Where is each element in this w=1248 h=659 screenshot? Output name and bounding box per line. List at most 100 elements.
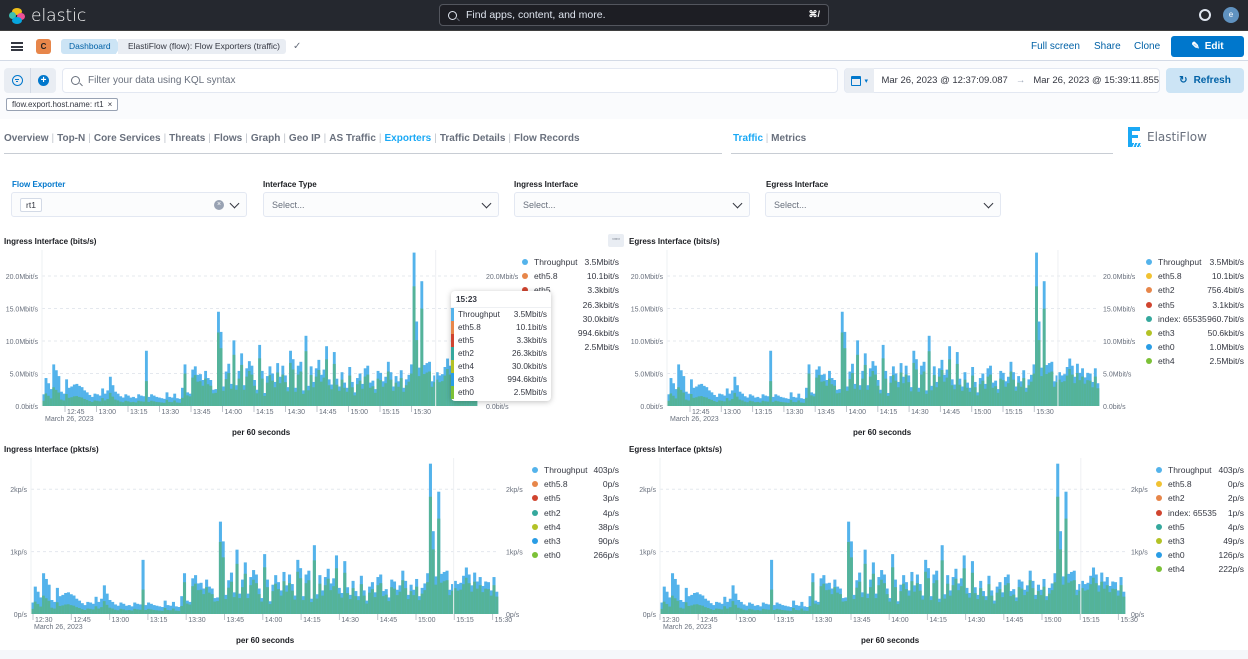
full-screen-link[interactable]: Full screen bbox=[1031, 41, 1080, 52]
y-tick-label-right: 5.0Mbit/s bbox=[1103, 372, 1132, 379]
legend-item[interactable]: eth4 38p/s bbox=[532, 520, 619, 534]
subnav-link-metrics[interactable]: Metrics bbox=[771, 133, 806, 144]
nav-link-traffic-details[interactable]: Traffic Details bbox=[440, 133, 506, 144]
clear-icon[interactable]: × bbox=[214, 200, 224, 210]
interface-bar bbox=[897, 387, 900, 406]
interface-type-select[interactable]: Select... bbox=[263, 192, 499, 217]
interface-bar bbox=[677, 387, 681, 406]
legend-value: 10.1bit/s bbox=[586, 271, 619, 282]
egress-interface-select[interactable]: Select... bbox=[765, 192, 1001, 217]
interface-bar bbox=[423, 590, 427, 614]
ingress-interface-select[interactable]: Select... bbox=[514, 192, 750, 217]
interface-bar bbox=[75, 607, 79, 614]
series-value: 2.5Mbit/s bbox=[513, 388, 547, 397]
interface-bar bbox=[255, 393, 259, 406]
clone-link[interactable]: Clone bbox=[1134, 41, 1160, 52]
legend-item[interactable]: eth0 126p/s bbox=[1156, 548, 1244, 562]
interface-bar bbox=[214, 392, 218, 406]
menu-icon[interactable] bbox=[11, 42, 23, 51]
nav-link-top-n[interactable]: Top-N bbox=[57, 133, 85, 144]
interface-bar bbox=[856, 354, 860, 406]
legend-item[interactable]: Throughput 403p/s bbox=[532, 463, 619, 477]
legend-item[interactable]: eth0 1.0Mbit/s bbox=[1146, 340, 1244, 354]
y-tick-label-right: 0.0bit/s bbox=[486, 404, 509, 411]
interface-bar bbox=[289, 362, 292, 406]
nav-link-flow-records[interactable]: Flow Records bbox=[514, 133, 580, 144]
interface-bar bbox=[880, 579, 884, 614]
legend-item[interactable]: eth3 49p/s bbox=[1156, 534, 1244, 548]
nav-link-overview[interactable]: Overview bbox=[4, 133, 48, 144]
legend-item[interactable]: eth5 3.1kbit/s bbox=[1146, 298, 1244, 312]
legend-item[interactable]: index: 65535 1p/s bbox=[1156, 506, 1244, 520]
interface-bar bbox=[971, 375, 975, 406]
interface-bar bbox=[445, 580, 449, 614]
space-avatar[interactable]: C bbox=[36, 39, 51, 54]
legend-item[interactable]: eth3 50.6kbit/s bbox=[1146, 326, 1244, 340]
interface-bar bbox=[412, 595, 416, 614]
flow-exporter-select[interactable]: rt1 × bbox=[11, 192, 247, 217]
edit-button[interactable]: ✎ Edit bbox=[1171, 36, 1244, 57]
share-link[interactable]: Share bbox=[1094, 41, 1121, 52]
nav-separator: | bbox=[763, 133, 772, 144]
legend-item[interactable]: eth5 4p/s bbox=[1156, 520, 1244, 534]
kql-search-input[interactable]: Filter your data using KQL syntax bbox=[62, 68, 838, 93]
y-tick-label-right: 1kp/s bbox=[1131, 550, 1148, 557]
interface-bar bbox=[96, 400, 99, 406]
legend-value: 3.5Mbit/s bbox=[584, 257, 620, 268]
saved-query-button[interactable] bbox=[4, 68, 30, 93]
help-icon[interactable] bbox=[1199, 9, 1211, 21]
global-search-input[interactable]: Find apps, content, and more. ⌘/ bbox=[439, 4, 829, 26]
subnav-link-traffic[interactable]: Traffic bbox=[733, 133, 763, 144]
interface-bar bbox=[973, 593, 977, 614]
breadcrumb-dashboard[interactable]: Dashboard bbox=[61, 39, 121, 54]
legend-item[interactable]: Throughput 3.5Mbit/s bbox=[522, 255, 619, 269]
refresh-button[interactable]: ↻ Refresh bbox=[1166, 68, 1244, 93]
panel-options-icon[interactable]: ▫▫▫ bbox=[608, 234, 624, 247]
legend-item[interactable]: eth2 756.4bit/s bbox=[1146, 283, 1244, 297]
interface-bar bbox=[676, 600, 680, 614]
legend-item[interactable]: eth3 90p/s bbox=[532, 534, 619, 548]
date-start[interactable]: Mar 26, 2023 @ 12:37:09.087 bbox=[881, 75, 1007, 86]
interface-bar bbox=[160, 610, 164, 614]
legend-item[interactable]: eth2 2p/s bbox=[1156, 491, 1244, 505]
legend-item[interactable]: eth5.8 10.1bit/s bbox=[522, 269, 619, 283]
quick-select-button[interactable]: ▾ bbox=[845, 68, 875, 93]
legend-item[interactable]: Throughput 403p/s bbox=[1156, 463, 1244, 477]
add-filter-button[interactable]: + bbox=[30, 68, 56, 93]
nav-link-as-traffic[interactable]: AS Traffic bbox=[329, 133, 376, 144]
interface-bar bbox=[343, 572, 347, 614]
nav-link-core-services[interactable]: Core Services bbox=[94, 133, 161, 144]
filter-pill[interactable]: flow.export.host.name: rt1 × bbox=[6, 98, 119, 111]
nav-link-flows[interactable]: Flows bbox=[214, 133, 242, 144]
legend-item[interactable]: index: 65535 960.7bit/s bbox=[1146, 312, 1244, 326]
legend-label: Throughput bbox=[1158, 257, 1202, 268]
y-tick-label: 2kp/s bbox=[639, 487, 656, 494]
close-icon[interactable]: × bbox=[108, 99, 113, 110]
legend-item[interactable]: eth5.8 10.1bit/s bbox=[1146, 269, 1244, 283]
legend-item[interactable]: eth5 3p/s bbox=[532, 491, 619, 505]
legend-item[interactable]: eth2 4p/s bbox=[532, 506, 619, 520]
legend-item[interactable]: eth5.8 0p/s bbox=[1156, 477, 1244, 491]
legend-item[interactable]: eth4 222p/s bbox=[1156, 562, 1244, 576]
legend-item[interactable]: eth4 2.5Mbit/s bbox=[1146, 354, 1244, 368]
egress-pkts-chart[interactable]: 0p/s 0p/s 1kp/s 1kp/s 2kp/s 2kp/s 12:30 12:45 13… bbox=[625, 458, 1248, 638]
ingress-interface-placeholder: Select... bbox=[523, 199, 556, 210]
legend-label: eth3 bbox=[544, 536, 561, 547]
interface-bar bbox=[687, 605, 691, 614]
nav-link-exporters[interactable]: Exporters bbox=[385, 133, 432, 144]
egress-interface-label: Egress Interface bbox=[766, 180, 829, 189]
date-end[interactable]: Mar 26, 2023 @ 15:39:11.855 bbox=[1033, 75, 1159, 86]
interface-bar bbox=[177, 610, 181, 614]
interface-bar bbox=[817, 375, 821, 406]
nav-link-graph[interactable]: Graph bbox=[251, 133, 280, 144]
legend-item[interactable]: Throughput 3.5Mbit/s bbox=[1146, 255, 1244, 269]
nav-separator: | bbox=[434, 133, 437, 144]
interface-bar bbox=[902, 583, 906, 614]
legend-item[interactable]: eth0 266p/s bbox=[532, 548, 619, 562]
nav-link-geo-ip[interactable]: Geo IP bbox=[289, 133, 321, 144]
nav-link-threats[interactable]: Threats bbox=[169, 133, 205, 144]
user-avatar[interactable]: e bbox=[1223, 7, 1239, 23]
elastic-logo[interactable]: elastic bbox=[9, 6, 86, 26]
interface-bar bbox=[127, 609, 131, 614]
legend-item[interactable]: eth5.8 0p/s bbox=[532, 477, 619, 491]
